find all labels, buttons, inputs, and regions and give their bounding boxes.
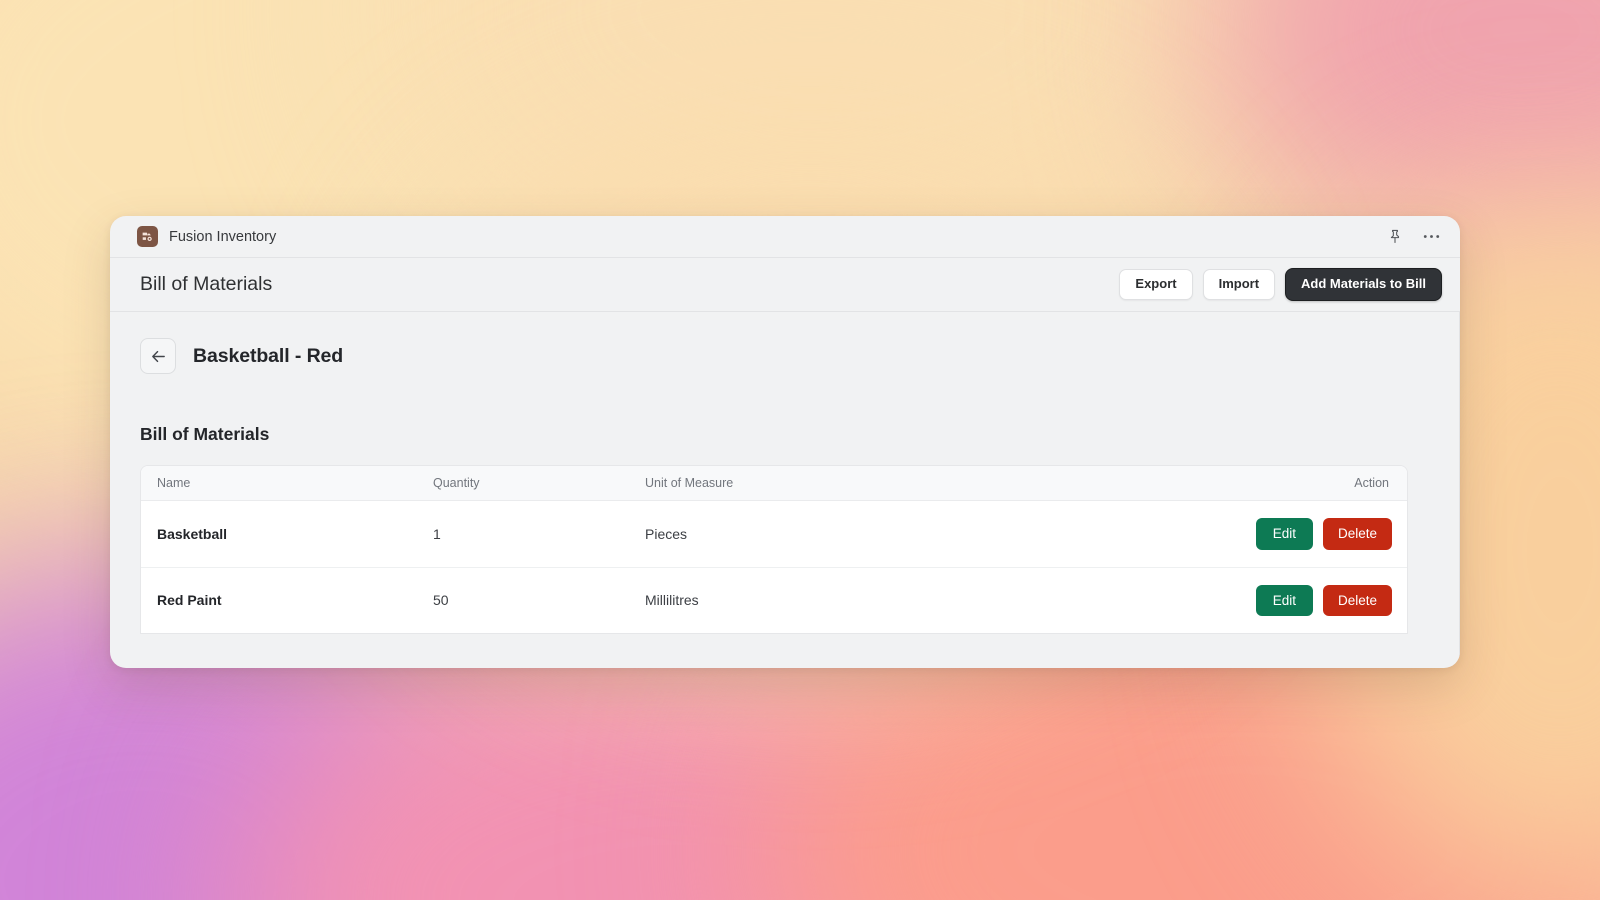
window-title-bar: Fusion Inventory — [110, 216, 1460, 257]
cell-unit-of-measure: Pieces — [645, 500, 1245, 568]
table-header-row: Name Quantity Unit of Measure Action — [141, 466, 1407, 501]
inventory-truck-icon — [137, 226, 158, 247]
cell-actions: Edit Delete — [1245, 500, 1407, 568]
cell-material-name: Basketball — [141, 500, 433, 568]
toolbar-actions: Export Import Add Materials to Bill — [1119, 268, 1442, 301]
column-header-name: Name — [141, 466, 433, 501]
edit-button[interactable]: Edit — [1255, 518, 1313, 550]
cell-material-name: Red Paint — [157, 592, 222, 609]
app-name: Fusion Inventory — [169, 228, 277, 245]
arrow-left-icon[interactable] — [140, 338, 176, 374]
cell-quantity: 1 — [433, 500, 645, 568]
cell-actions: Edit Delete — [1245, 567, 1407, 633]
import-button[interactable]: Import — [1202, 269, 1276, 300]
edit-button[interactable]: Edit — [1255, 584, 1313, 617]
cell-unit-of-measure: Millilitres — [645, 592, 699, 609]
page-toolbar: Bill of Materials Export Import Add Mate… — [110, 257, 1460, 312]
delete-button[interactable]: Delete — [1322, 518, 1392, 550]
content-pane: Basketball - Red Bill of Materials Name … — [110, 312, 1460, 666]
table-row: Red Paint 50 Millilitres Edit Delete — [141, 567, 1407, 633]
column-header-quantity: Quantity — [433, 466, 645, 501]
table-row: Basketball 1 Pieces Edit Delete — [141, 500, 1407, 568]
column-header-unit-of-measure: Unit of Measure — [645, 466, 1245, 501]
app-window: Fusion Inventory Bill of Materials Expor… — [110, 216, 1460, 668]
row-action-group: Edit Delete — [1255, 518, 1392, 550]
delete-button[interactable]: Delete — [1322, 584, 1392, 617]
section-title: Bill of Materials — [140, 424, 270, 444]
record-title: Basketball - Red — [193, 344, 344, 367]
column-header-action: Action — [1245, 466, 1407, 501]
pin-icon[interactable] — [1384, 226, 1406, 248]
record-header: Basketball - Red — [140, 338, 1429, 374]
more-options-icon[interactable] — [1420, 226, 1442, 248]
page-title: Bill of Materials — [140, 273, 273, 295]
add-materials-to-bill-button[interactable]: Add Materials to Bill — [1285, 268, 1442, 301]
export-button[interactable]: Export — [1119, 269, 1193, 300]
window-controls — [1384, 226, 1442, 248]
bill-of-materials-table: Name Quantity Unit of Measure Action Bas… — [140, 465, 1408, 635]
row-action-group: Edit Delete — [1255, 584, 1392, 617]
app-identity: Fusion Inventory — [137, 226, 276, 247]
cell-quantity: 50 — [433, 592, 449, 609]
